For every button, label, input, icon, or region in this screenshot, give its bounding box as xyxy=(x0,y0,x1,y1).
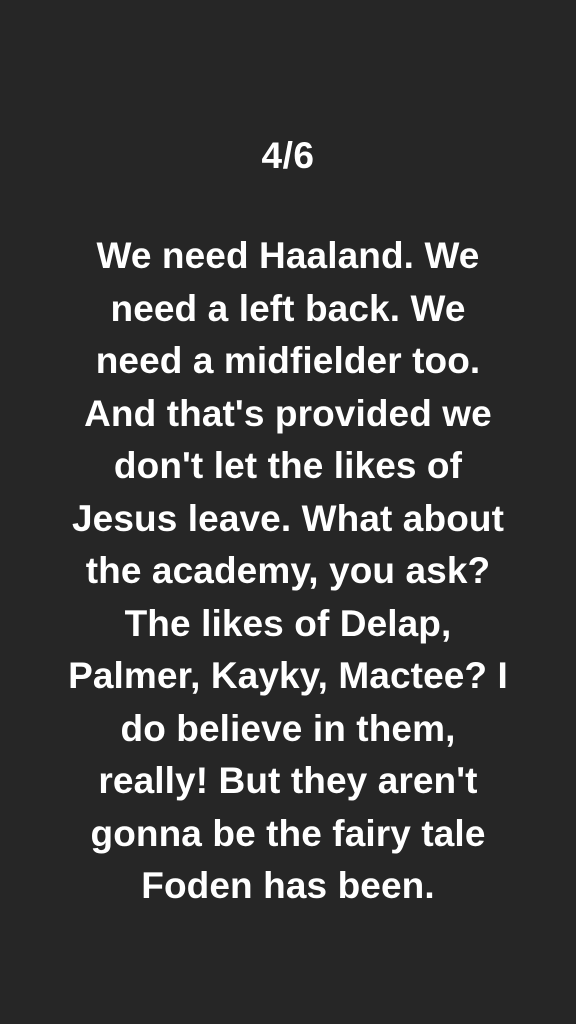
story-line: Foden has been. xyxy=(141,865,435,906)
story-line: And that's provided we xyxy=(84,392,492,434)
story-line: the academy, you ask? xyxy=(85,550,491,591)
story-screen[interactable]: 4/6 We need Haaland. We need a left back… xyxy=(0,0,576,1024)
story-line: Palmer, Kayky, Mactee? I xyxy=(68,655,508,696)
story-line: really! But they aren't xyxy=(98,760,478,801)
story-line: don't let the likes of xyxy=(113,445,463,486)
page-indicator: 4/6 xyxy=(261,135,315,176)
story-line: The likes of Delap, xyxy=(124,602,452,644)
story-line: do believe in them, xyxy=(120,707,456,749)
story-line: We need Haaland. We xyxy=(96,235,480,276)
story-line: Jesus leave. What about xyxy=(71,497,505,539)
story-line: need a left back. We xyxy=(110,287,466,329)
story-line: gonna be the fairy tale xyxy=(90,812,486,854)
story-text: We need Haaland. We need a left back. We… xyxy=(0,230,576,913)
story-line: need a midfielder too. xyxy=(95,340,481,381)
